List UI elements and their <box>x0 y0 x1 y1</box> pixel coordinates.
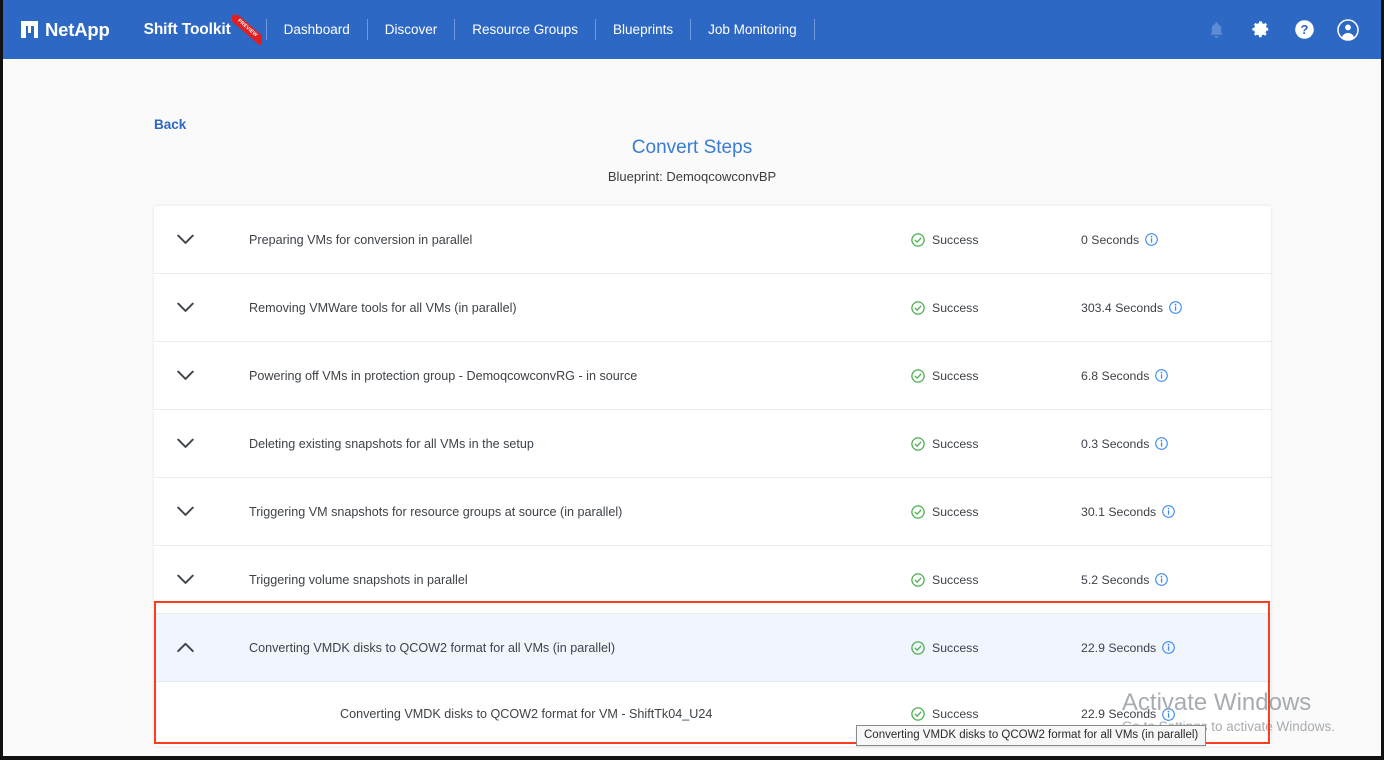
success-check-icon <box>911 232 925 247</box>
help-icon[interactable]: ? <box>1293 19 1315 41</box>
info-icon[interactable] <box>1145 233 1158 246</box>
info-icon[interactable] <box>1162 707 1176 721</box>
step-label: Powering off VMs in protection group - D… <box>249 368 638 383</box>
chevron-down-icon[interactable] <box>154 438 216 449</box>
nav-item-resource-groups[interactable]: Resource Groups <box>455 0 595 59</box>
nav-divider <box>813 19 815 40</box>
bell-icon[interactable] <box>1205 19 1227 41</box>
status-label: Success <box>932 368 979 383</box>
product-name-label: Shift Toolkit <box>143 20 231 38</box>
duration-cell: 0 Seconds <box>1081 233 1271 247</box>
chevron-down-icon[interactable] <box>154 302 216 313</box>
status-label: Success <box>932 504 979 519</box>
page-title: Convert Steps <box>631 137 753 158</box>
step-label: Removing VMWare tools for all VMs (in pa… <box>249 300 517 315</box>
status-label: Success <box>932 572 979 587</box>
duration-label: 5.2 Seconds <box>1081 572 1150 587</box>
duration-label: 0.3 Seconds <box>1081 436 1150 451</box>
success-check-icon <box>911 436 925 451</box>
table-row[interactable]: Preparing VMs for conversion in parallel… <box>154 206 1271 274</box>
status-badge: Success <box>911 369 1081 383</box>
duration-label: 6.8 Seconds <box>1081 368 1150 383</box>
status-badge: Success <box>911 437 1081 451</box>
user-account-icon[interactable] <box>1337 18 1359 41</box>
info-icon[interactable] <box>1169 301 1182 314</box>
nav-item-blueprints[interactable]: Blueprints <box>596 0 690 59</box>
duration-label: 303.4 Seconds <box>1081 300 1164 315</box>
back-link[interactable]: Back <box>154 117 186 132</box>
page-content: Back Convert Steps Blueprint: Demoqcowco… <box>3 59 1381 756</box>
netapp-logo[interactable]: NetApp <box>21 19 110 41</box>
status-label: Success <box>932 640 979 655</box>
info-icon[interactable] <box>1155 369 1169 382</box>
chevron-down-icon[interactable] <box>154 574 216 585</box>
status-badge: Success <box>911 505 1081 519</box>
netapp-wordmark: NetApp <box>45 18 110 40</box>
status-label: Success <box>932 707 979 721</box>
substep-label: Converting VMDK disks to QCOW2 format fo… <box>340 707 713 721</box>
step-label: Triggering volume snapshots in parallel <box>249 572 468 587</box>
chevron-down-icon[interactable] <box>154 234 216 245</box>
table-row[interactable]: Deleting existing snapshots for all VMs … <box>154 410 1271 478</box>
tooltip: Converting VMDK disks to QCOW2 format fo… <box>856 725 1207 746</box>
top-navigation-bar: NetApp Shift Toolkit PREVIEW Dashboard D… <box>3 0 1381 59</box>
chevron-down-icon[interactable] <box>154 370 216 381</box>
duration-cell: 30.1 Seconds <box>1081 505 1271 519</box>
topbar-icon-group: ? <box>1205 18 1381 41</box>
nav-item-discover[interactable]: Discover <box>368 0 455 59</box>
table-row[interactable]: Powering off VMs in protection group - D… <box>154 342 1271 410</box>
info-icon[interactable] <box>1155 437 1169 450</box>
table-row[interactable]: Removing VMWare tools for all VMs (in pa… <box>154 274 1271 342</box>
info-icon[interactable] <box>1162 505 1176 518</box>
duration-label: 0 Seconds <box>1081 232 1140 247</box>
preview-ribbon-label: PREVIEW <box>235 17 259 38</box>
step-label: Converting VMDK disks to QCOW2 format fo… <box>249 640 616 655</box>
info-icon[interactable] <box>1162 641 1176 654</box>
chevron-up-icon[interactable] <box>154 642 216 653</box>
table-row[interactable]: Triggering VM snapshots for resource gro… <box>154 478 1271 546</box>
success-check-icon <box>911 300 925 315</box>
duration-cell: 0.3 Seconds <box>1081 437 1271 451</box>
step-label: Preparing VMs for conversion in parallel <box>249 232 473 247</box>
success-check-icon <box>911 368 925 383</box>
status-badge: Success <box>911 301 1081 315</box>
netapp-mark-icon <box>21 21 38 38</box>
duration-cell: 303.4 Seconds <box>1081 301 1271 315</box>
page-subtitle-blueprint: Blueprint: DemoqcowconvBP <box>607 169 777 184</box>
duration-cell: 22.9 Seconds <box>1081 641 1271 655</box>
step-label: Triggering VM snapshots for resource gro… <box>249 504 623 519</box>
duration-cell: 6.8 Seconds <box>1081 369 1271 383</box>
app-window: NetApp Shift Toolkit PREVIEW Dashboard D… <box>0 0 1384 760</box>
nav-item-job-monitoring[interactable]: Job Monitoring <box>691 0 814 59</box>
success-check-icon <box>911 504 925 519</box>
duration-label: 22.9 Seconds <box>1081 640 1157 655</box>
preview-ribbon-icon: PREVIEW <box>231 14 262 45</box>
success-check-icon <box>911 572 925 587</box>
status-label: Success <box>932 300 979 315</box>
status-label: Success <box>932 436 979 451</box>
status-badge: Success <box>911 573 1081 587</box>
gear-icon[interactable] <box>1249 19 1271 41</box>
product-title: Shift Toolkit PREVIEW <box>143 14 262 45</box>
convert-steps-list: Preparing VMs for conversion in parallel… <box>154 206 1271 746</box>
status-label: Success <box>932 232 979 247</box>
info-icon[interactable] <box>1155 573 1169 586</box>
duration-label: 22.9 Seconds <box>1081 707 1157 721</box>
status-badge: Success <box>911 707 1081 721</box>
table-row-expanded[interactable]: Converting VMDK disks to QCOW2 format fo… <box>154 614 1271 682</box>
nav-item-dashboard[interactable]: Dashboard <box>267 0 367 59</box>
status-badge: Success <box>911 233 1081 247</box>
success-check-icon <box>911 707 925 721</box>
table-row[interactable]: Triggering volume snapshots in parallel … <box>154 546 1271 614</box>
status-badge: Success <box>911 641 1081 655</box>
step-label: Deleting existing snapshots for all VMs … <box>249 436 534 451</box>
duration-label: 30.1 Seconds <box>1081 504 1157 519</box>
chevron-down-icon[interactable] <box>154 506 216 517</box>
duration-cell: 5.2 Seconds <box>1081 573 1271 587</box>
success-check-icon <box>911 640 925 655</box>
svg-text:?: ? <box>1300 22 1308 37</box>
duration-cell: 22.9 Seconds <box>1081 707 1271 721</box>
